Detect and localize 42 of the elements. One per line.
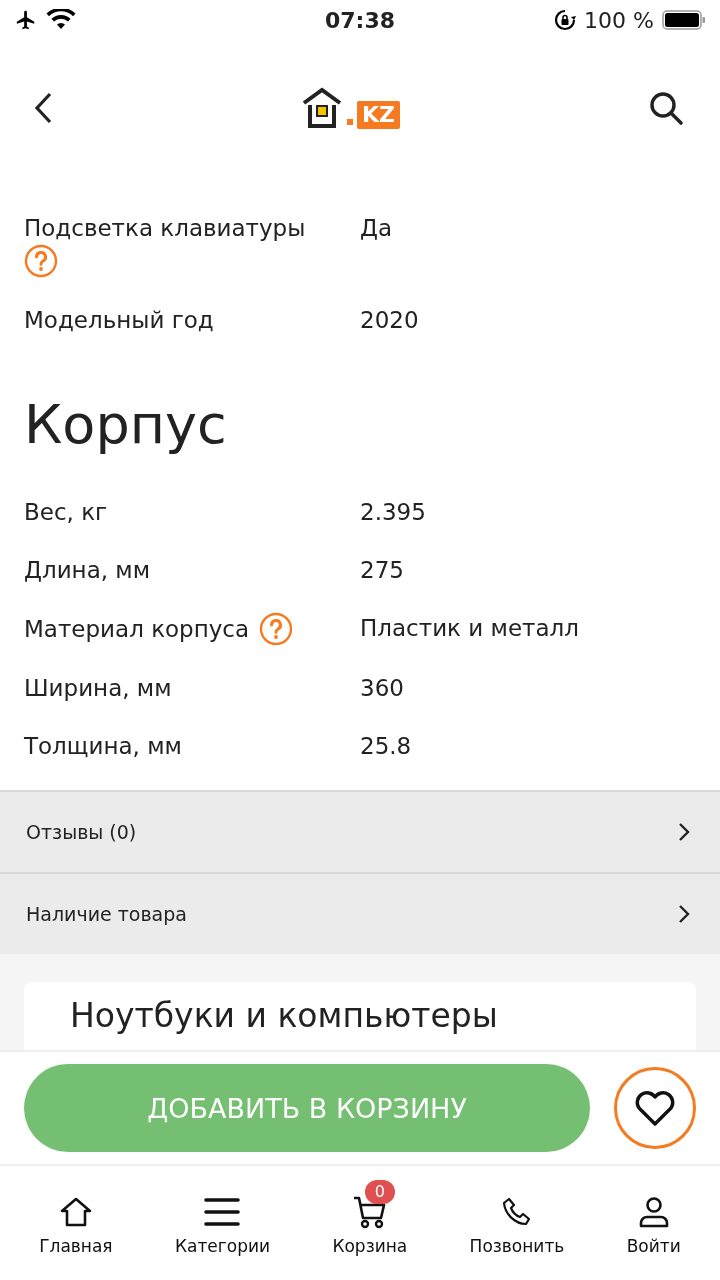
list-item[interactable]: Отзывы (0) [0, 790, 720, 872]
spec-label: Модельный год [24, 306, 214, 335]
spec-value: 2020 [360, 306, 420, 335]
spec-label: Подсветка клавиатуры [24, 214, 306, 243]
house-icon [302, 87, 344, 129]
tab-item[interactable]: Главная [39, 1166, 113, 1280]
spec-value: Пластик и металл [360, 614, 580, 643]
cart-icon [352, 1195, 387, 1229]
wifi-icon [46, 9, 76, 31]
help-icon[interactable] [259, 612, 294, 646]
tab-item[interactable]: Войти [626, 1166, 681, 1280]
user-icon [638, 1196, 669, 1228]
chevron-right-icon [678, 822, 690, 842]
spec-value: 275 [360, 556, 405, 585]
help-icon[interactable] [24, 244, 58, 278]
menu-icon [204, 1197, 241, 1227]
battery-icon [662, 9, 706, 31]
tab-item[interactable]: Позвонить [469, 1166, 565, 1280]
status-time: 07:38 [324, 7, 396, 33]
back-icon[interactable] [32, 91, 54, 125]
card-title: Ноутбуки и компьютеры [70, 996, 498, 1035]
home-icon [58, 1196, 93, 1228]
tab-item[interactable]: 0 Корзина [332, 1166, 408, 1280]
chevron-right-icon [678, 904, 690, 924]
spec-label: Материал корпуса [24, 615, 250, 644]
section-title: Корпус [24, 393, 228, 457]
spec-label: Длина, мм [24, 556, 151, 585]
battery-percent: 100 % [584, 7, 654, 33]
logo-text: KZ [357, 101, 400, 129]
rotation-lock-icon [554, 9, 577, 31]
phone-icon [501, 1197, 532, 1227]
tab-item[interactable]: Категории [174, 1166, 271, 1280]
spec-value: 360 [360, 674, 405, 703]
heart-icon [634, 1089, 676, 1127]
spec-value: Да [360, 214, 394, 243]
cart-count-badge: 0 [364, 1180, 395, 1204]
spec-label: Вес, кг [24, 498, 108, 527]
spec-value: 2.395 [360, 498, 427, 527]
spec-label: Ширина, мм [24, 674, 172, 703]
spec-value: 25.8 [360, 732, 413, 761]
spec-label: Толщина, мм [24, 732, 182, 761]
search-icon[interactable] [648, 90, 684, 126]
